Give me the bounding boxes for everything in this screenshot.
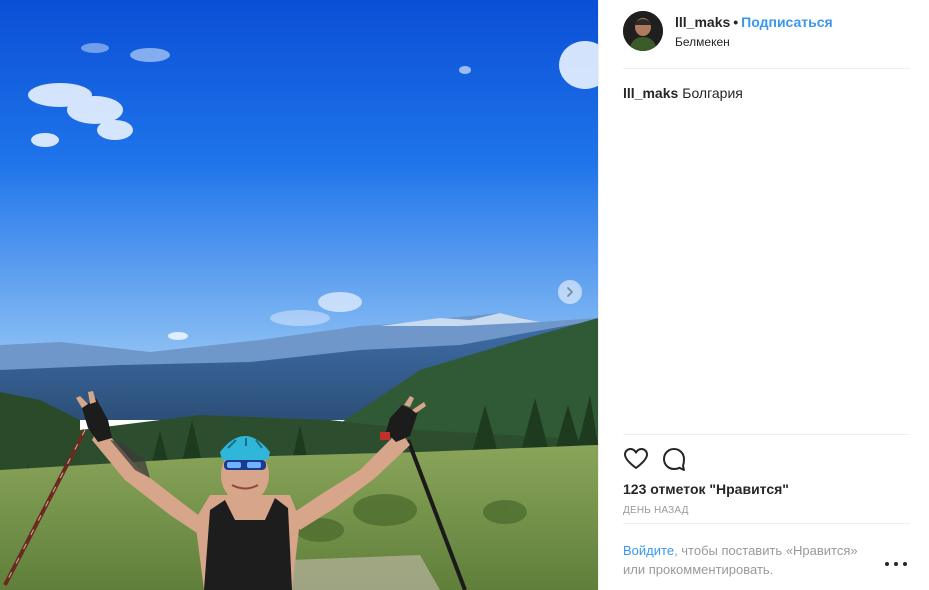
more-options-button[interactable] <box>885 556 907 572</box>
post-actions <box>623 446 743 472</box>
likes-count[interactable]: 123 отметок "Нравится" <box>623 481 789 497</box>
follow-button[interactable]: Подписаться <box>741 14 833 30</box>
username-link[interactable]: lll_maks <box>675 14 730 30</box>
caption-text: Болгария <box>682 85 743 101</box>
post-timestamp[interactable]: ДЕНЬ НАЗАД <box>623 505 689 516</box>
footer-divider <box>623 523 910 524</box>
more-options-icon <box>885 562 889 566</box>
post-header: lll_maks • Подписаться Белмекен <box>623 11 913 53</box>
like-button[interactable] <box>623 446 649 472</box>
chevron-right-icon <box>567 287 573 297</box>
photo-scene <box>0 0 598 590</box>
header-user-line: lll_maks • Подписаться <box>675 14 833 32</box>
comment-icon <box>663 448 685 471</box>
avatar[interactable] <box>623 11 663 51</box>
comment-button[interactable] <box>661 446 687 472</box>
post-details-panel: lll_maks • Подписаться Белмекен lll_maks Бо… <box>598 0 929 590</box>
post-photo[interactable] <box>0 0 598 590</box>
header-divider <box>623 68 910 69</box>
separator-dot: • <box>733 14 739 30</box>
heart-icon <box>624 448 648 469</box>
avatar-image <box>623 11 663 51</box>
location-link[interactable]: Белмекен <box>675 35 730 49</box>
post-caption: lll_maks Болгария <box>623 84 743 102</box>
login-link[interactable]: Войдите <box>623 543 674 558</box>
login-prompt: Войдите, чтобы поставить «Нравится» или … <box>623 541 883 579</box>
caption-username-link[interactable]: lll_maks <box>623 85 678 101</box>
actions-divider <box>623 434 910 435</box>
carousel-next-button[interactable] <box>558 280 582 304</box>
